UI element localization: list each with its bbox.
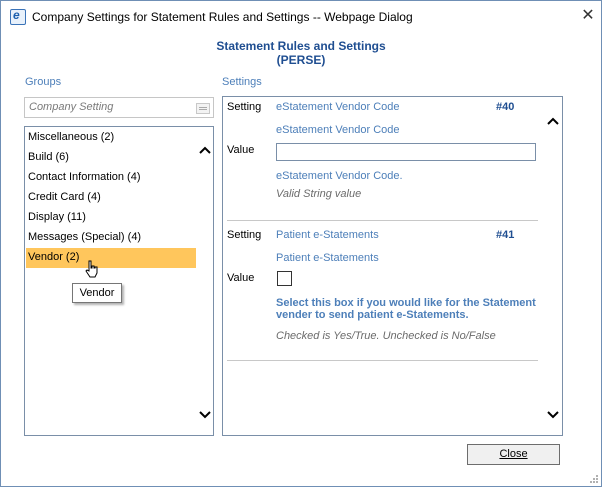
scroll-down-icon[interactable] [198,408,212,420]
setting-label: Setting [227,101,262,113]
vendor-code-input[interactable] [276,143,536,161]
group-item-miscellaneous[interactable]: Miscellaneous (2) [26,128,196,148]
groups-list: Miscellaneous (2) Build (6) Contact Info… [24,126,214,436]
resize-grip-icon[interactable] [589,474,599,484]
page-title: Statement Rules and Settings [216,39,386,53]
group-item-contact-information[interactable]: Contact Information (4) [26,168,196,188]
group-item-vendor[interactable]: Vendor (2) [26,248,196,268]
setting-note: Checked is Yes/True. Unchecked is No/Fal… [276,330,496,342]
group-item-messages-special[interactable]: Messages (Special) (4) [26,228,196,248]
scroll-up-icon[interactable] [198,143,212,155]
setting-title: Patient e-Statements [276,252,379,264]
hand-cursor-icon [85,260,98,278]
setting-description: eStatement Vendor Code. [276,170,403,182]
close-button[interactable]: Close [467,444,560,465]
close-button-label: Close [499,448,528,460]
list-filter-icon[interactable] [196,103,210,114]
window-close-button[interactable]: ✕ [575,4,601,28]
patient-estatements-checkbox[interactable] [277,271,292,286]
group-search-input[interactable]: Company Setting [24,97,214,118]
dialog-window: e Company Settings for Statement Rules a… [0,0,602,487]
window-title: Company Settings for Statement Rules and… [32,10,413,24]
settings-scroll-up-icon[interactable] [546,114,560,126]
setting-name: eStatement Vendor Code [276,101,400,113]
setting-number: #41 [496,229,515,241]
groups-label: Groups [25,76,62,88]
settings-panel: Setting eStatement Vendor Code #40 eStat… [222,96,563,436]
value-label: Value [227,272,255,284]
group-item-display[interactable]: Display (11) [26,208,196,228]
ie-icon: e [10,8,26,25]
page-subtitle: (PERSE) [276,53,326,67]
search-placeholder: Company Setting [29,101,114,113]
setting-number: #40 [496,101,515,113]
divider [227,360,538,361]
settings-scroll-down-icon[interactable] [546,408,560,420]
setting-note: Valid String value [276,188,362,200]
value-label: Value [227,144,255,156]
group-item-build[interactable]: Build (6) [26,148,196,168]
title-bar[interactable]: e Company Settings for Statement Rules a… [1,1,601,32]
settings-label: Settings [222,76,262,88]
tooltip-vendor: Vendor [72,283,122,303]
setting-name: Patient e-Statements [276,229,379,241]
setting-description: Select this box if you would like for th… [276,297,536,321]
setting-title: eStatement Vendor Code [276,124,400,136]
group-item-credit-card[interactable]: Credit Card (4) [26,188,196,208]
setting-label: Setting [227,229,262,241]
divider [227,220,538,221]
